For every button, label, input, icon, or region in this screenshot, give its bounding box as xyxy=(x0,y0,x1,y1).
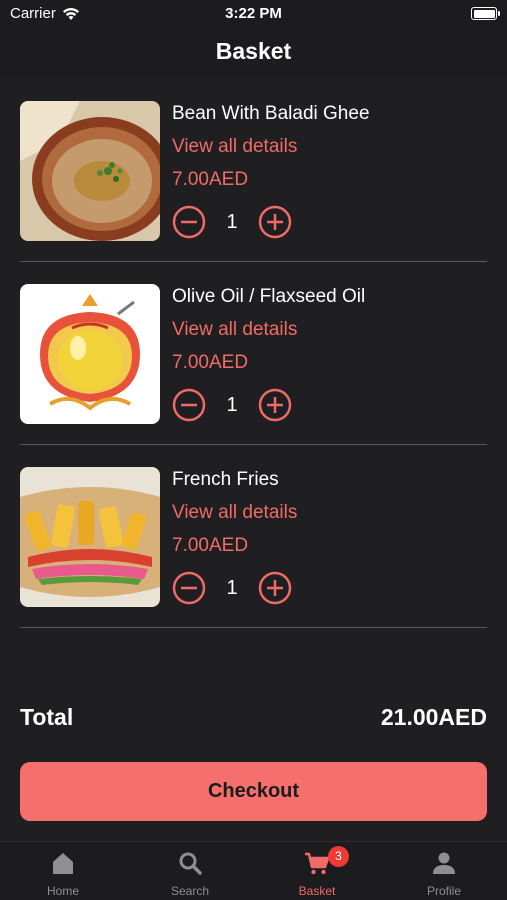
tab-home[interactable]: Home xyxy=(0,842,126,900)
item-divider xyxy=(20,627,487,628)
basket-item: French Fries View all details 7.00AED 1 xyxy=(20,467,487,607)
item-price: 7.00AED xyxy=(172,169,249,190)
status-time: 3:22 PM xyxy=(225,5,282,22)
checkout-button[interactable]: Checkout xyxy=(20,762,487,821)
tab-search[interactable]: Search xyxy=(127,842,253,900)
tab-label: Home xyxy=(46,884,79,898)
battery-icon xyxy=(471,7,500,20)
total-value: 21.00AED xyxy=(380,704,487,730)
view-details-link[interactable]: View all details xyxy=(172,502,297,524)
tab-label: Basket xyxy=(298,884,336,898)
fries-sandwich-image xyxy=(20,467,160,607)
cart-icon xyxy=(305,852,330,875)
tab-profile[interactable]: Profile xyxy=(381,842,507,900)
tab-label: Profile xyxy=(426,884,461,898)
increase-quantity-button[interactable] xyxy=(258,205,292,239)
tab-bar: Home Search 3 Basket Profile xyxy=(0,841,507,900)
increase-quantity-button[interactable] xyxy=(258,388,292,422)
basket-item: Olive Oil / Flaxseed Oil View all detail… xyxy=(20,284,487,424)
item-price: 7.00AED xyxy=(172,352,249,373)
quantity-value: 1 xyxy=(226,211,238,233)
item-name: Olive Oil / Flaxseed Oil xyxy=(172,286,366,307)
item-name: French Fries xyxy=(172,469,279,490)
home-icon xyxy=(53,853,73,874)
basket-item: Bean With Baladi Ghee View all details 7… xyxy=(20,101,487,241)
quantity-value: 1 xyxy=(226,577,238,599)
status-bar: Carrier 3:22 PM xyxy=(0,0,507,28)
view-details-link[interactable]: View all details xyxy=(172,319,297,341)
olive-jar-image xyxy=(20,284,160,424)
hummus-plate-image xyxy=(20,101,160,241)
decrease-quantity-button[interactable] xyxy=(172,571,206,605)
total-label: Total xyxy=(20,704,74,730)
item-divider xyxy=(20,261,487,262)
tab-basket[interactable]: 3 Basket xyxy=(254,842,380,900)
decrease-quantity-button[interactable] xyxy=(172,388,206,422)
navigation-bar: Basket xyxy=(0,28,507,78)
item-divider xyxy=(20,444,487,445)
quantity-value: 1 xyxy=(226,394,238,416)
tab-label: Search xyxy=(170,884,210,898)
cart-count-badge: 3 xyxy=(328,846,349,867)
view-details-link[interactable]: View all details xyxy=(172,136,297,158)
basket-list: Bean With Baladi Ghee View all details 7… xyxy=(0,78,507,841)
profile-icon xyxy=(433,852,455,874)
search-icon xyxy=(179,852,202,875)
page-title: Basket xyxy=(215,38,292,64)
item-price: 7.00AED xyxy=(172,535,249,556)
decrease-quantity-button[interactable] xyxy=(172,205,206,239)
item-name: Bean With Baladi Ghee xyxy=(172,103,370,124)
increase-quantity-button[interactable] xyxy=(258,571,292,605)
